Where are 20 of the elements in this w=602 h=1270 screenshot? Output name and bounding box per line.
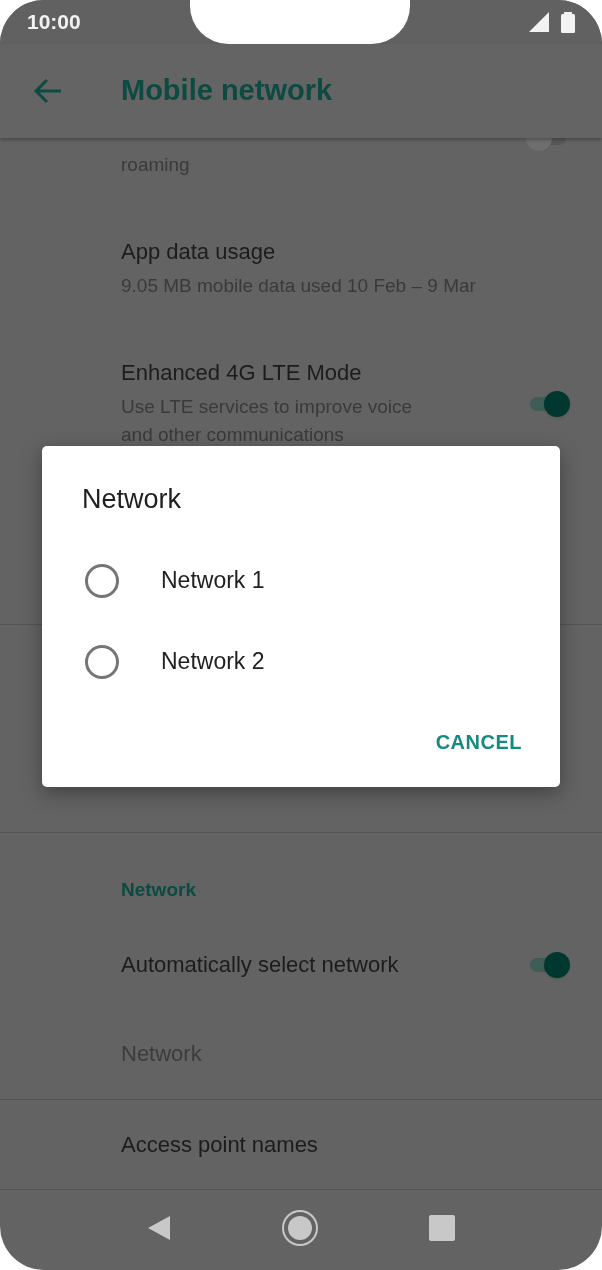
back-icon[interactable] bbox=[147, 1215, 171, 1241]
setting-title: Access point names bbox=[121, 1131, 319, 1159]
setting-title: Enhanced 4G LTE Mode bbox=[121, 359, 363, 387]
radio-option[interactable]: Network 1 bbox=[42, 540, 560, 621]
status-time: 10:00 bbox=[27, 9, 81, 36]
radio-button[interactable] bbox=[85, 563, 119, 598]
setting-title: App data usage bbox=[121, 238, 277, 266]
home-icon[interactable] bbox=[281, 1209, 319, 1247]
option-label: Network 2 bbox=[161, 647, 265, 677]
screen-title: Mobile network bbox=[121, 73, 333, 109]
back-arrow-icon[interactable] bbox=[33, 78, 63, 104]
section-header: Network bbox=[120, 878, 197, 902]
setting-title: Automatically select network bbox=[121, 951, 400, 979]
cancel-button[interactable]: CANCEL bbox=[435, 727, 522, 757]
radio-option[interactable]: Network 2 bbox=[42, 621, 560, 702]
dialog-title: Network bbox=[82, 483, 183, 516]
signal-icon bbox=[529, 12, 549, 32]
battery-icon bbox=[561, 11, 575, 33]
radio-button[interactable] bbox=[85, 644, 119, 679]
option-label: Network 1 bbox=[161, 566, 265, 596]
